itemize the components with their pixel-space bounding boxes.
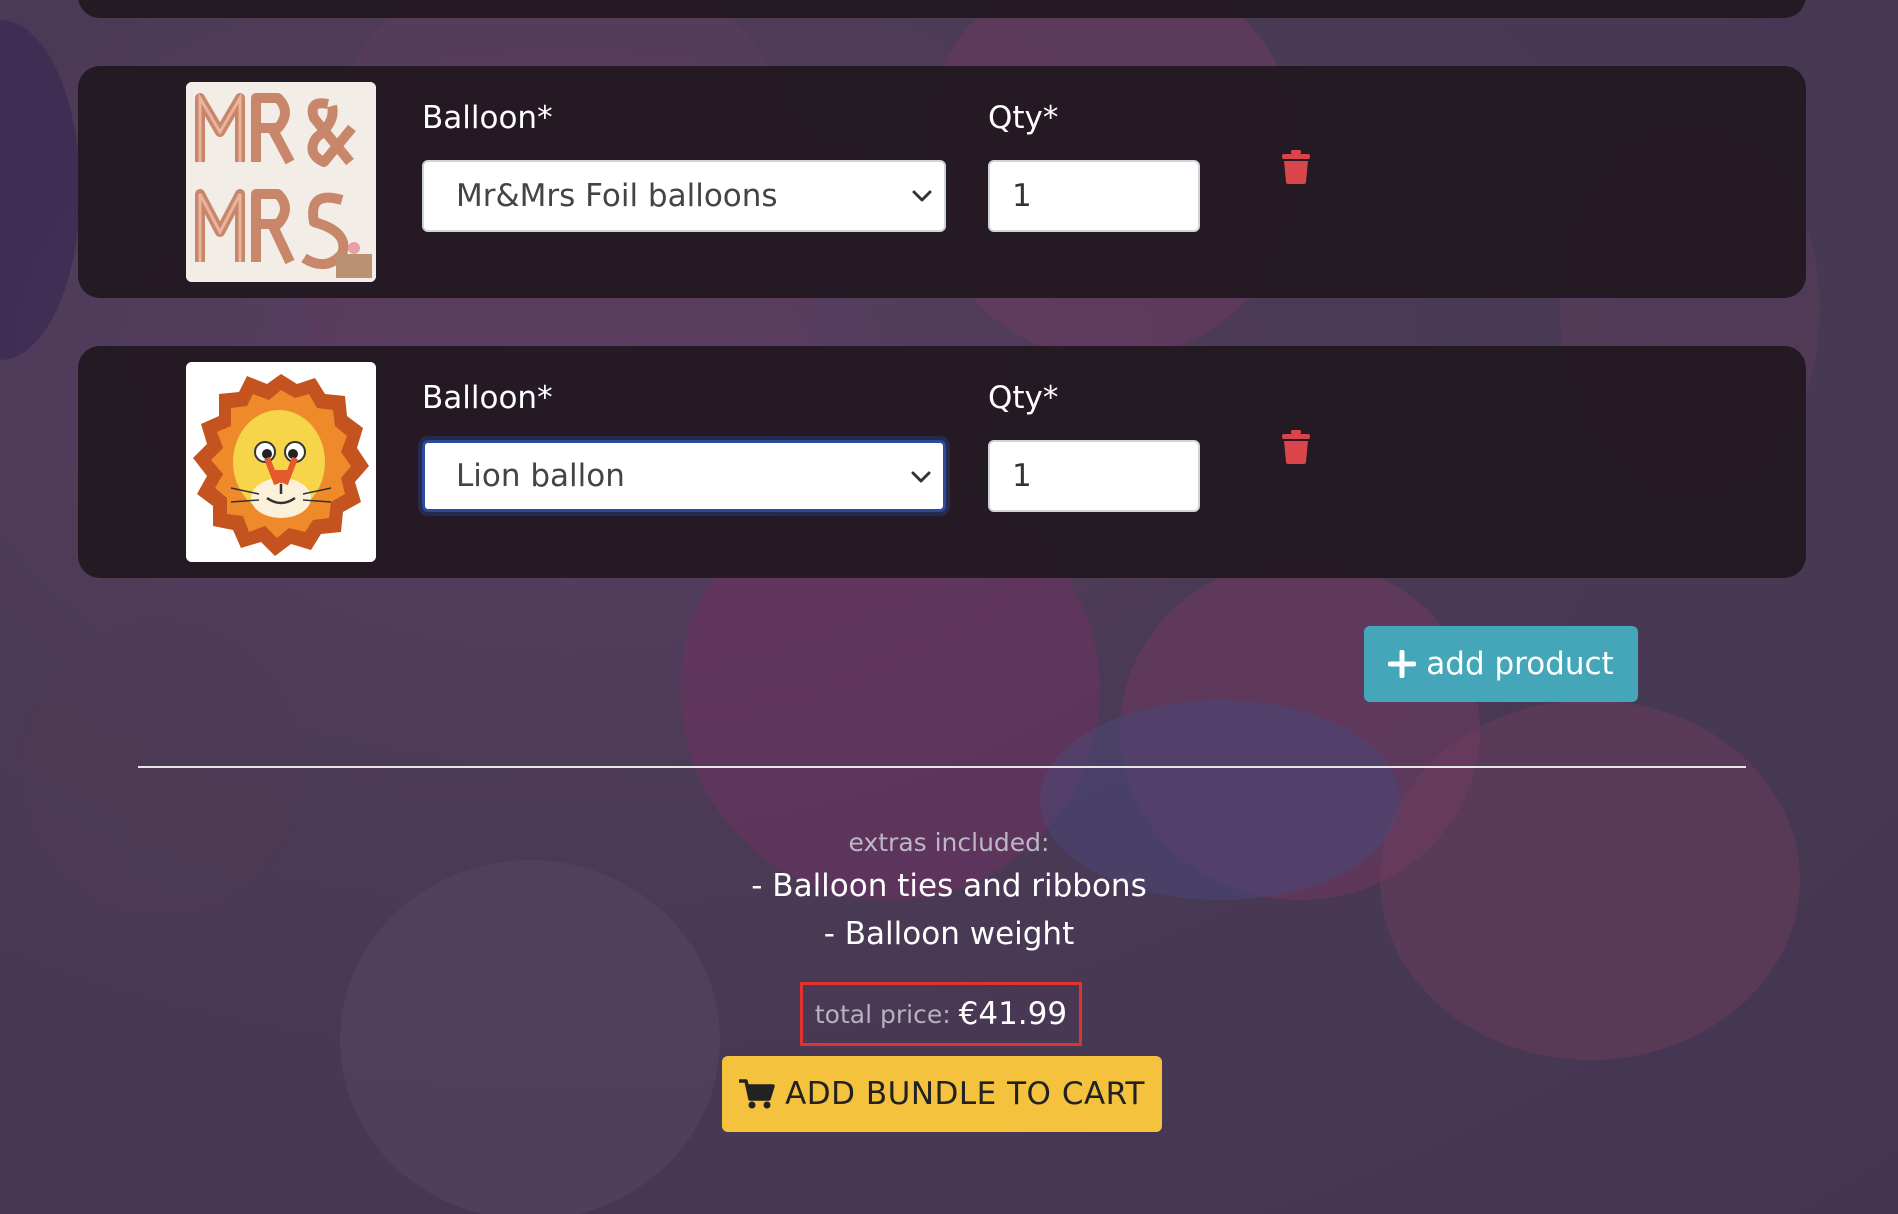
product-row: Balloon* Mr&Mrs Foil balloons Qty* 1	[78, 66, 1806, 298]
extra-item: - Balloon ties and ribbons	[751, 868, 1147, 904]
balloon-label: Balloon*	[422, 100, 553, 136]
add-product-label: add product	[1426, 646, 1614, 682]
extras-title: extras included:	[848, 828, 1050, 857]
add-bundle-to-cart-label: ADD BUNDLE TO CART	[785, 1076, 1145, 1112]
chevron-down-icon	[911, 471, 931, 483]
qty-label: Qty*	[988, 380, 1059, 416]
cart-icon	[739, 1079, 775, 1109]
product-image	[186, 82, 376, 282]
qty-input[interactable]: 1	[988, 160, 1200, 232]
total-price-label: total price:	[814, 999, 951, 1029]
add-product-button[interactable]: add product	[1364, 626, 1638, 702]
qty-label: Qty*	[988, 100, 1059, 136]
balloon-select-value: Lion ballon	[456, 458, 625, 494]
add-bundle-to-cart-button[interactable]: ADD BUNDLE TO CART	[722, 1056, 1162, 1132]
lion-balloon-image	[186, 362, 376, 562]
extra-item: - Balloon weight	[823, 916, 1075, 952]
balloon-label: Balloon*	[422, 380, 553, 416]
balloon-select-value: Mr&Mrs Foil balloons	[456, 178, 778, 214]
mr-mrs-balloon-image	[186, 82, 376, 282]
total-price-value: €41.99	[958, 996, 1068, 1032]
product-image	[186, 362, 376, 562]
trash-icon[interactable]	[1282, 150, 1310, 184]
balloon-select[interactable]: Lion ballon	[422, 440, 946, 512]
previous-product-row	[78, 0, 1806, 18]
chevron-down-icon	[912, 190, 932, 202]
divider	[138, 766, 1746, 768]
trash-icon[interactable]	[1282, 430, 1310, 464]
total-price: total price: €41.99	[800, 982, 1082, 1046]
product-row: Balloon* Lion ballon Qty* 1	[78, 346, 1806, 578]
qty-input[interactable]: 1	[988, 440, 1200, 512]
balloon-select[interactable]: Mr&Mrs Foil balloons	[422, 160, 946, 232]
plus-icon	[1388, 650, 1417, 678]
